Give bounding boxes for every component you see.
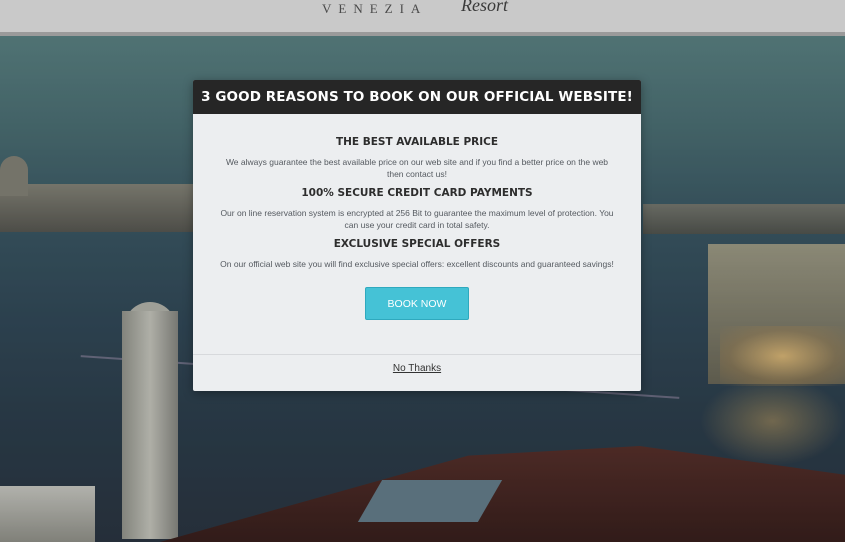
reason-title-offers: EXCLUSIVE SPECIAL OFFERS bbox=[333, 238, 501, 250]
no-thanks-row: No Thanks bbox=[193, 363, 641, 374]
popup-title: 3 GOOD REASONS TO BOOK ON OUR OFFICIAL W… bbox=[193, 80, 641, 114]
book-button-wrap: BOOK NOW bbox=[217, 287, 617, 320]
reason-title-price: THE BEST AVAILABLE PRICE bbox=[335, 136, 499, 148]
brand-city-text: VENEZIA bbox=[322, 1, 428, 16]
no-thanks-link[interactable]: No Thanks bbox=[393, 363, 441, 374]
reason-title-secure: 100% SECURE CREDIT CARD PAYMENTS bbox=[301, 187, 533, 199]
reason-text-offers: On our official web site you will find e… bbox=[220, 259, 614, 269]
popup-divider bbox=[193, 354, 641, 355]
popup-body: THE BEST AVAILABLE PRICE We always guara… bbox=[193, 114, 641, 320]
reason-text-price: We always guarantee the best available p… bbox=[225, 157, 609, 179]
brand-resort-logo: Resort bbox=[461, 0, 508, 15]
site-header: VENEZIA Resort bbox=[0, 0, 845, 36]
reason-text-secure: Our on line reservation system is encryp… bbox=[220, 208, 614, 230]
book-now-button[interactable]: BOOK NOW bbox=[365, 287, 469, 320]
booking-popup: 3 GOOD REASONS TO BOOK ON OUR OFFICIAL W… bbox=[193, 80, 641, 391]
